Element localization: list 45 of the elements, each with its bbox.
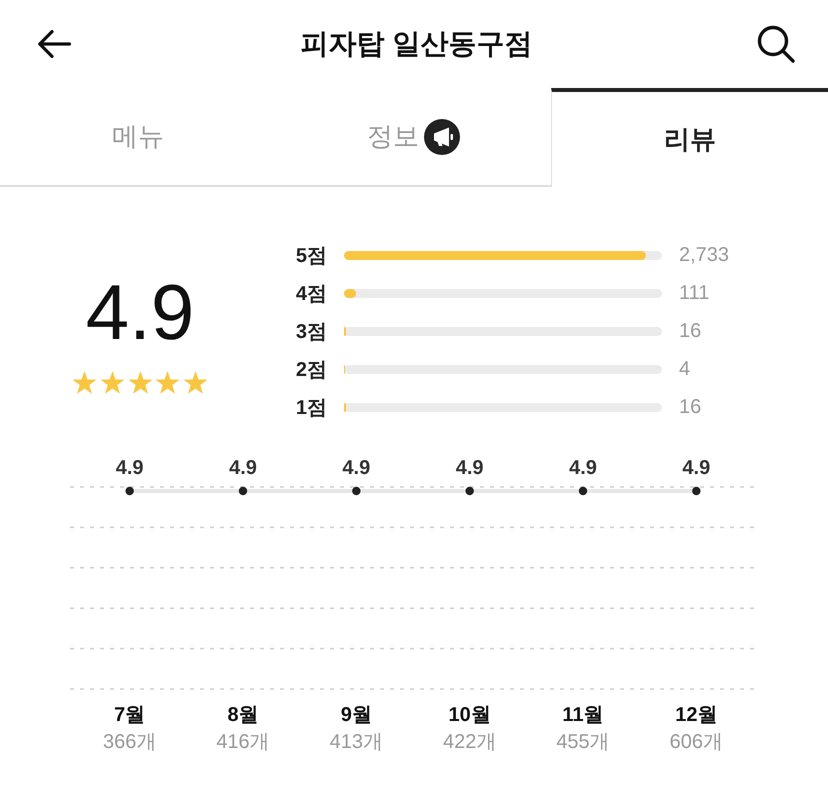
review-count: 422개 [442,731,496,753]
data-point [352,486,361,496]
review-count: 416개 [216,731,270,753]
score-label: 5점 [296,244,327,268]
star-icon [183,371,208,395]
store-title: 피자탑 일산동구점 [300,27,532,61]
value-label: 4.9 [342,457,370,479]
tab[interactable]: 리뷰 [551,88,828,187]
megaphone-icon [424,118,460,154]
star-icon [72,371,97,395]
review-count: 413개 [330,731,384,753]
month-label: 11월 [562,704,604,726]
review-count: 111 [679,282,710,304]
data-point [125,486,134,496]
score-label: 4점 [296,282,327,306]
month-label: 10월 [448,704,491,726]
score-label: 1점 [296,396,327,420]
score-label: 3점 [296,320,327,344]
review-count: 16 [679,320,702,342]
month-label: 12월 [675,704,718,726]
review-count: 4 [679,358,690,380]
value-label: 4.9 [456,457,484,479]
data-point [465,486,474,496]
data-point [578,486,588,496]
data-point [692,486,701,496]
month-label: 8월 [227,704,259,726]
value-label: 4.9 [682,457,710,479]
score-label: 2점 [296,358,327,382]
value-label: 4.9 [229,457,257,479]
review-count: 16 [679,396,702,418]
review-count: 366개 [102,731,156,753]
star-icon [100,371,125,395]
month-label: 7월 [114,704,146,726]
star-icon [128,371,152,395]
value-label: 4.9 [569,457,597,479]
average-rating: 4.9 [86,273,194,351]
back-arrow-icon[interactable] [38,30,71,58]
search-icon[interactable] [757,25,795,63]
star-icon [155,371,180,395]
value-label: 4.9 [116,457,144,479]
data-point [238,486,248,496]
review-count: 455개 [556,731,610,753]
review-count: 2,733 [679,244,730,266]
review-count: 606개 [670,731,724,753]
month-label: 9월 [340,704,372,726]
